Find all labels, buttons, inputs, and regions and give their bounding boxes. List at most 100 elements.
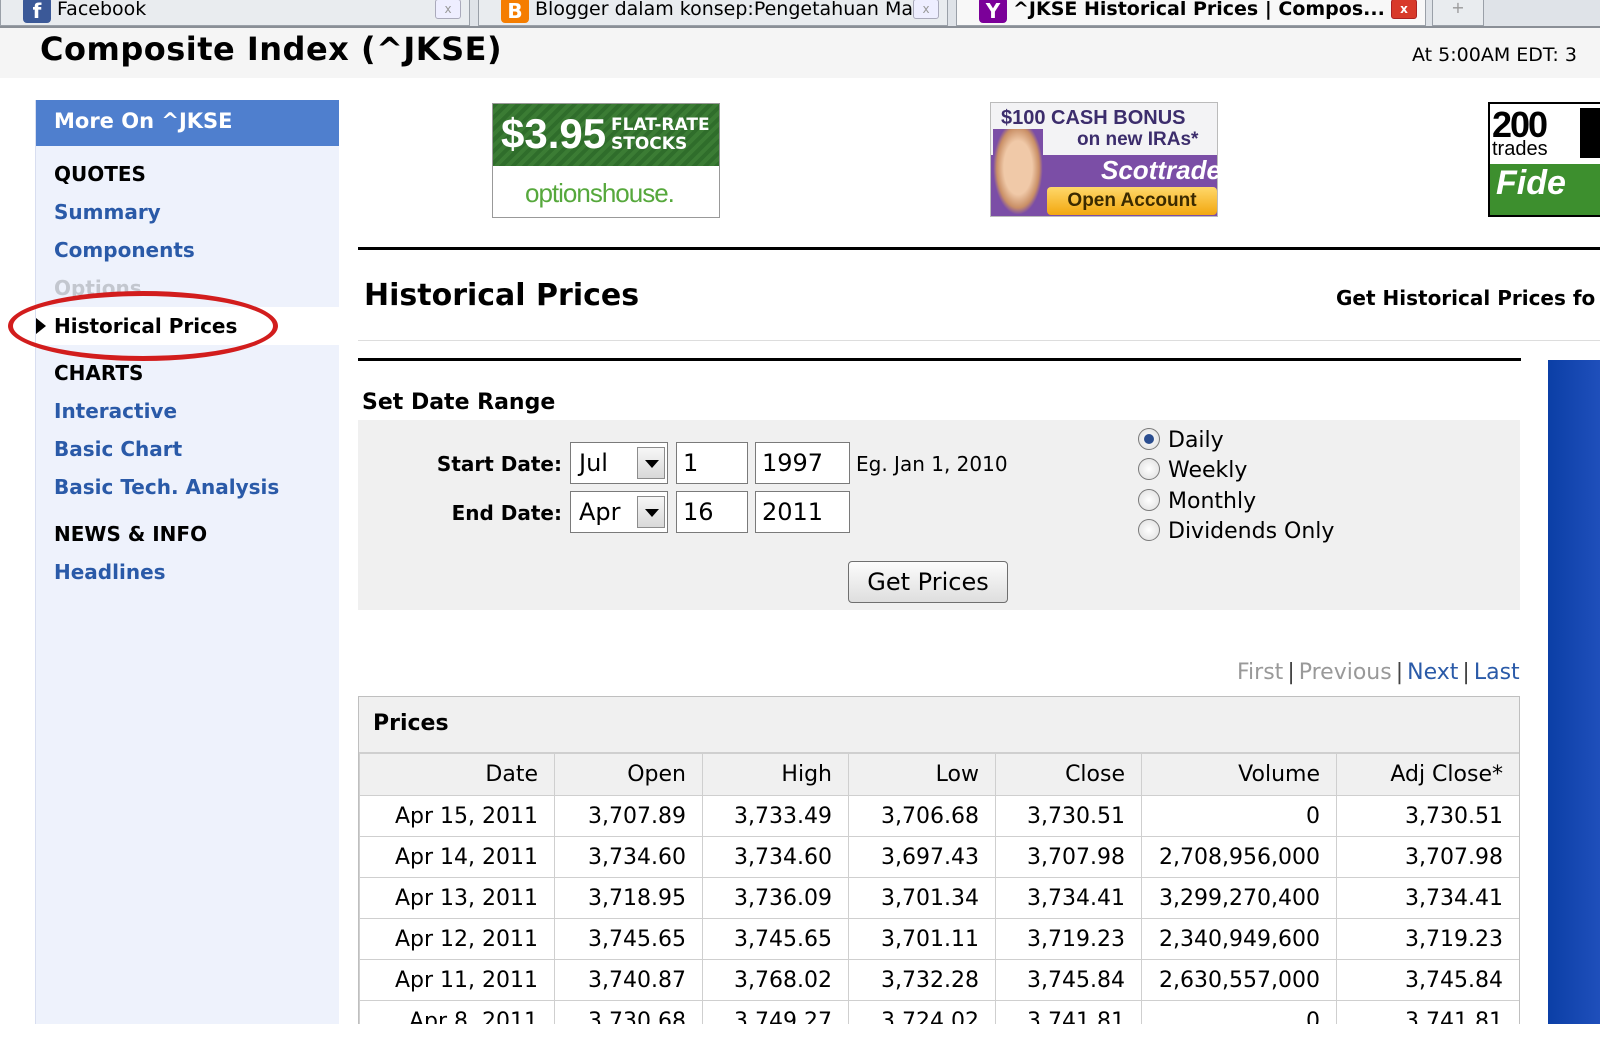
pager-next[interactable]: Next — [1407, 660, 1458, 685]
sidebar-item-headlines[interactable]: Headlines — [54, 560, 166, 584]
pager-previous: Previous — [1298, 660, 1392, 685]
close-tab-icon[interactable]: x — [913, 0, 939, 19]
ad-black-block — [1580, 108, 1600, 158]
pager-first: First — [1237, 660, 1284, 685]
radio-label: Daily — [1168, 428, 1224, 453]
sidebar-header: More On ^JKSE — [36, 100, 339, 146]
start-day-input[interactable]: 1 — [676, 442, 748, 484]
scottrade-logo: Scottrade — [1101, 155, 1221, 185]
end-date-label: End Date: — [451, 501, 562, 525]
bottom-edge — [0, 1024, 1600, 1046]
ad-person-photo — [993, 129, 1043, 215]
table-cell: 3,719.23 — [995, 918, 1142, 960]
pager-separator: | — [1462, 660, 1470, 685]
radio-button-icon[interactable] — [1138, 428, 1160, 450]
close-tab-icon[interactable]: x — [1391, 0, 1417, 19]
end-month-select[interactable]: Apr — [570, 491, 668, 533]
table-row: Apr 13, 2011 3,718.95 3,736.09 3,701.34 … — [359, 877, 1519, 919]
radio-button-icon[interactable] — [1138, 458, 1160, 480]
radio-weekly[interactable]: Weekly — [1138, 458, 1247, 483]
prices-table: Date Open High Low Close Volume Adj Clos… — [359, 753, 1519, 1042]
table-cell: Apr 11, 2011 — [359, 959, 555, 1001]
sidebar-item-basic-chart[interactable]: Basic Chart — [54, 437, 182, 461]
scottrade-ad[interactable]: $100 CASH BONUS on new IRAs* Scottrade O… — [990, 102, 1221, 217]
radio-button-icon[interactable] — [1138, 489, 1160, 511]
sidebar-item-interactive[interactable]: Interactive — [54, 399, 177, 423]
prices-caption: Prices — [359, 697, 1519, 753]
table-cell: 3,733.49 — [702, 795, 849, 837]
page-title: Composite Index (^JKSE) — [40, 30, 503, 68]
table-cell: 3,719.23 — [1336, 918, 1519, 960]
section-title: Historical Prices — [364, 278, 640, 313]
sidebar-heading-news: NEWS & INFO — [54, 522, 208, 546]
radio-label: Weekly — [1168, 458, 1248, 483]
divider — [358, 340, 1600, 341]
table-cell: 3,745.65 — [554, 918, 703, 960]
column-header-date: Date — [359, 753, 555, 796]
chevron-down-icon[interactable] — [637, 447, 665, 479]
column-header-close: Close — [995, 753, 1142, 796]
tab-facebook[interactable]: f Facebook x — [0, 0, 470, 26]
new-tab-button[interactable]: + — [1432, 0, 1484, 26]
radio-label: Dividends Only — [1168, 519, 1335, 544]
column-header-open: Open — [554, 753, 703, 796]
optionshouse-logo: optionshouse. — [525, 178, 675, 208]
table-header-row: Date Open High Low Close Volume Adj Clos… — [359, 753, 1519, 796]
yahoo-icon: Y — [979, 0, 1007, 23]
sidebar-heading-charts: CHARTS — [54, 361, 144, 385]
tab-blogger[interactable]: B Blogger dalam konsep:Pengetahuan Ma...… — [478, 0, 948, 26]
ad-trades: trades — [1492, 138, 1548, 160]
close-tab-icon[interactable]: x — [435, 0, 461, 19]
table-cell: 3,734.41 — [995, 877, 1142, 919]
pager-last[interactable]: Last — [1474, 660, 1520, 685]
table-cell: 3,299,270,400 — [1141, 877, 1337, 919]
column-header-adj-close: Adj Close* — [1336, 753, 1519, 796]
end-year-input[interactable]: 2011 — [755, 491, 850, 533]
ad-price: $3.95 — [501, 110, 607, 157]
radio-button-icon[interactable] — [1138, 519, 1160, 541]
optionshouse-ad[interactable]: $3.95 FLAT-RATE STOCKS optionshouse. — [492, 103, 720, 218]
sidebar-nav: More On ^JKSE QUOTES Summary Components … — [35, 100, 340, 1046]
get-prices-button[interactable]: Get Prices — [848, 561, 1008, 603]
ad-banner: $3.95 FLAT-RATE STOCKS — [493, 104, 719, 166]
divider — [358, 247, 1600, 250]
chevron-down-icon[interactable] — [637, 496, 665, 528]
sidebar-item-components[interactable]: Components — [54, 238, 195, 262]
radio-daily[interactable]: Daily — [1138, 428, 1224, 453]
table-cell: 3,730.51 — [995, 795, 1142, 837]
open-account-button[interactable]: Open Account — [1047, 187, 1217, 215]
table-cell: 0 — [1141, 795, 1337, 837]
table-cell: Apr 15, 2011 — [359, 795, 555, 837]
table-cell: 3,734.41 — [1336, 877, 1519, 919]
ad-subline: on new IRAs* — [1077, 129, 1199, 150]
end-day-input[interactable]: 16 — [676, 491, 748, 533]
tab-label: ^JKSE Historical Prices | Compos... — [1013, 0, 1385, 20]
table-cell: Apr 14, 2011 — [359, 836, 555, 878]
sidebar-item-summary[interactable]: Summary — [54, 200, 161, 224]
table-cell: 2,340,949,600 — [1141, 918, 1337, 960]
start-date-label: Start Date: — [436, 452, 562, 476]
quote-header: Composite Index (^JKSE) At 5:00AM EDT: 3 — [0, 28, 1600, 78]
table-cell: 3,768.02 — [702, 959, 849, 1001]
table-cell: 3,701.34 — [848, 877, 996, 919]
table-row: Apr 11, 2011 3,740.87 3,768.02 3,732.28 … — [359, 959, 1519, 1001]
tab-jkse[interactable]: Y ^JKSE Historical Prices | Compos... x — [956, 0, 1426, 26]
pager-separator: | — [1395, 660, 1404, 685]
fidelity-ad[interactable]: 200 trades Fide — [1488, 102, 1600, 217]
start-year-input[interactable]: 1997 — [755, 442, 850, 484]
prices-table-panel: Prices Date Open High Low Close Volume A… — [358, 696, 1520, 1046]
ad-flat-rate: FLAT-RATE STOCKS — [611, 115, 710, 154]
start-month-select[interactable]: Jul — [570, 442, 668, 484]
get-prices-for-label: Get Historical Prices fo — [1336, 286, 1596, 310]
radio-dividends-only[interactable]: Dividends Only — [1138, 519, 1334, 544]
radio-monthly[interactable]: Monthly — [1138, 489, 1256, 514]
facebook-icon: f — [23, 0, 51, 23]
column-header-low: Low — [848, 753, 996, 796]
sidebar-item-basic-tech-analysis[interactable]: Basic Tech. Analysis — [54, 475, 279, 499]
tab-label: Facebook — [57, 0, 147, 20]
fidelity-logo: Fide — [1490, 164, 1600, 215]
table-cell: 3,734.60 — [702, 836, 849, 878]
table-cell: 3,701.11 — [848, 918, 996, 960]
table-cell: 3,740.87 — [554, 959, 703, 1001]
table-row: Apr 15, 2011 3,707.89 3,733.49 3,706.68 … — [359, 795, 1519, 837]
